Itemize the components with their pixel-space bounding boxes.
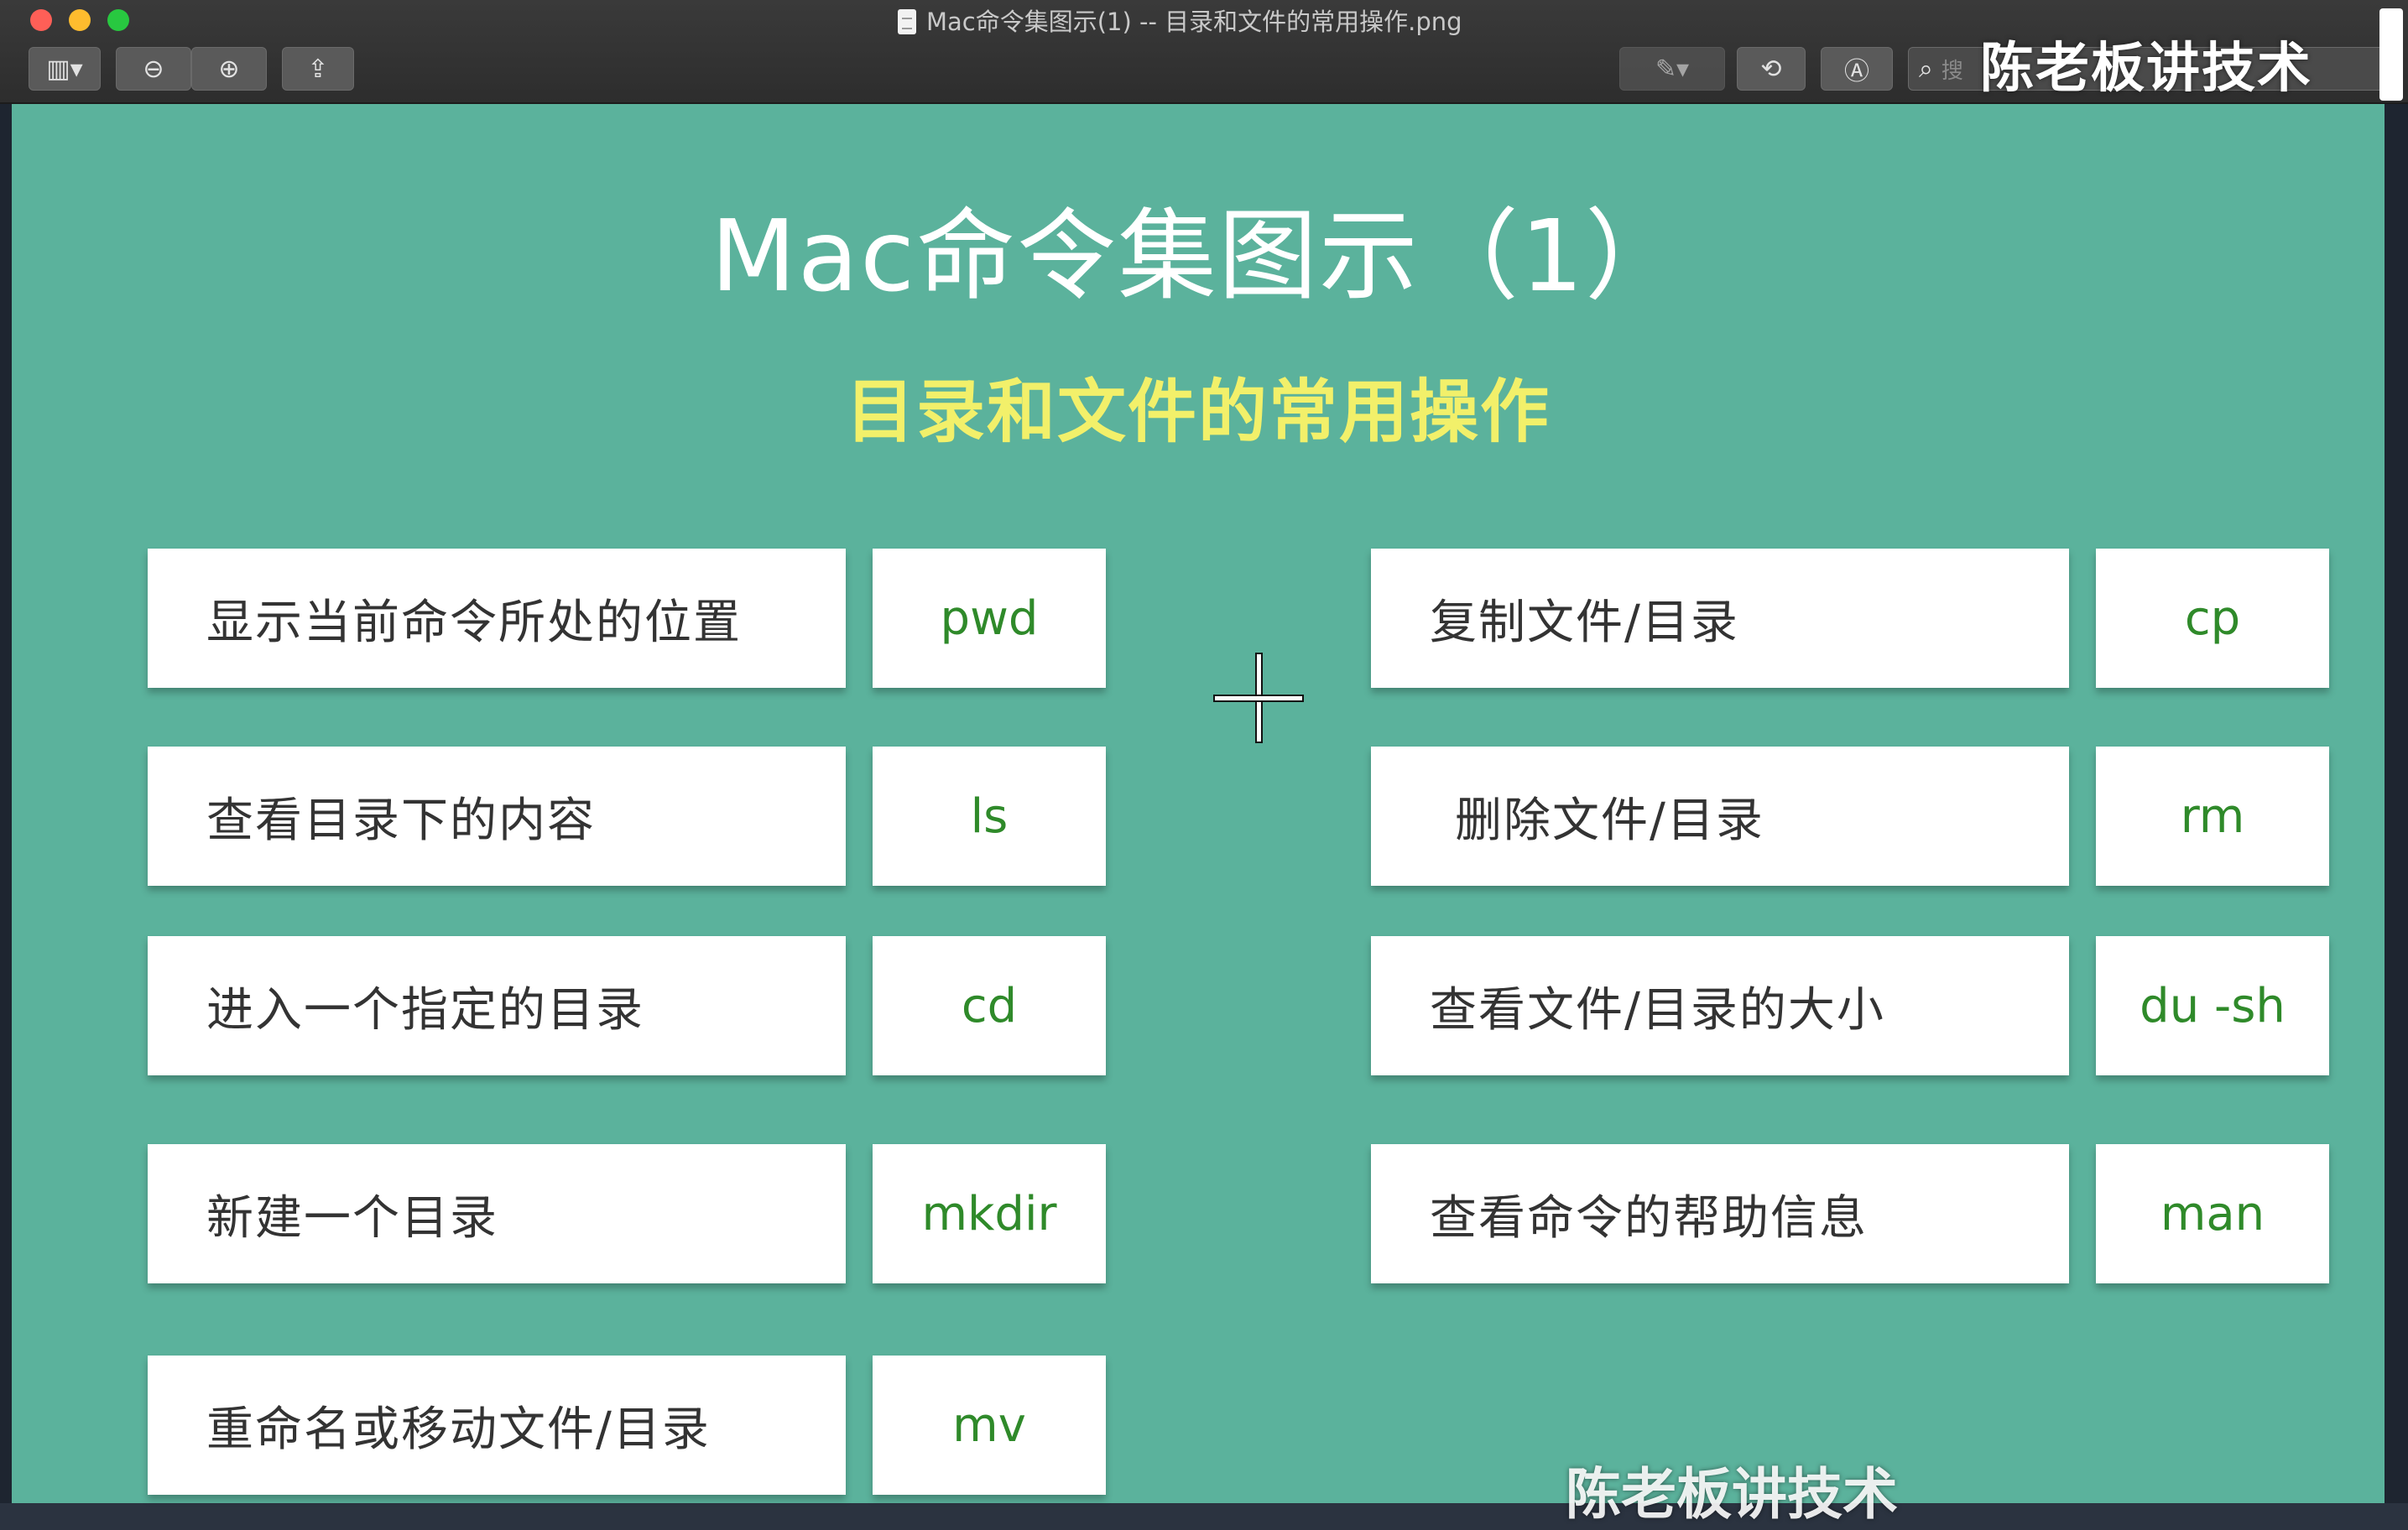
command-name: rm: [2180, 788, 2245, 844]
document-icon: [898, 9, 916, 34]
watermark-logo-mark: [2379, 8, 2403, 101]
left-cmd-card: cd: [873, 936, 1106, 1075]
pen-icon: ✎▾: [1655, 54, 1690, 84]
right-desc-card: 查看文件/目录的大小: [1371, 936, 2069, 1075]
preview-window: Mac命令集图示(1) -- 目录和文件的常用操作.png ▥▾ ⊖ ⊕ ⇪ ✎…: [0, 0, 2408, 1527]
command-name: mkdir: [921, 1186, 1057, 1241]
left-desc-card: 进入一个指定的目录: [148, 936, 846, 1075]
right-cmd-card: rm: [2096, 747, 2329, 886]
minimize-window-button[interactable]: [69, 9, 91, 31]
slide-title: Mac命令集图示（1）: [710, 198, 1686, 314]
search-placeholder: 搜: [1941, 58, 1963, 84]
left-desc-card: 查看目录下的内容: [148, 747, 846, 886]
watermark-top: 陈老板讲技术: [1980, 38, 2312, 100]
annotate-button[interactable]: Ⓐ: [1821, 47, 1893, 91]
command-description: 新建一个目录: [206, 1190, 498, 1246]
annotate-icon: Ⓐ: [1844, 57, 1869, 86]
window-title-text: Mac命令集图示(1) -- 目录和文件的常用操作.png: [926, 8, 1462, 36]
zoom-out-icon: ⊖: [143, 54, 164, 84]
search-icon: ⌕: [1919, 54, 1933, 84]
crosshair-cursor-icon: [1213, 653, 1304, 743]
share-button[interactable]: ⇪: [282, 47, 354, 91]
command-description: 显示当前命令所处的位置: [206, 595, 742, 650]
markup-button[interactable]: ✎▾: [1619, 47, 1725, 91]
left-cmd-card: ls: [873, 747, 1106, 886]
title-bar: Mac命令集图示(1) -- 目录和文件的常用操作.png ▥▾ ⊖ ⊕ ⇪ ✎…: [0, 0, 2408, 104]
command-name: cp: [2184, 591, 2241, 646]
right-desc-card: 复制文件/目录: [1371, 549, 2069, 688]
slide-image: Mac命令集图示（1） 目录和文件的常用操作 显示当前命令所处的位置 pwd 查…: [12, 104, 2385, 1503]
right-cmd-card: du -sh: [2096, 936, 2329, 1075]
command-description: 查看目录下的内容: [206, 793, 596, 848]
zoom-out-button[interactable]: ⊖: [116, 47, 191, 91]
rotate-icon: ⟲: [1760, 54, 1782, 84]
desktop-edge-right: [2385, 104, 2408, 1503]
fullscreen-window-button[interactable]: [107, 9, 129, 31]
left-desc-card: 新建一个目录: [148, 1144, 846, 1283]
left-cmd-card: mkdir: [873, 1144, 1106, 1283]
command-name: cd: [961, 978, 1018, 1033]
left-cmd-card: mv: [873, 1356, 1106, 1495]
sidebar-toggle-button[interactable]: ▥▾: [29, 47, 101, 91]
command-description: 查看文件/目录的大小: [1430, 982, 1885, 1038]
left-desc-card: 重命名或移动文件/目录: [148, 1356, 846, 1495]
desktop-edge-left: [0, 104, 12, 1503]
command-name: du -sh: [2140, 978, 2286, 1033]
command-name: man: [2160, 1186, 2265, 1241]
slide-subtitle: 目录和文件的常用操作: [845, 372, 1551, 452]
command-description: 复制文件/目录: [1430, 595, 1739, 650]
command-description: 查看命令的帮助信息: [1430, 1190, 1868, 1246]
zoom-in-icon: ⊕: [218, 54, 240, 84]
right-cmd-card: cp: [2096, 549, 2329, 688]
watermark-bottom: 陈老板讲技术: [1566, 1462, 1898, 1527]
left-cmd-card: pwd: [873, 549, 1106, 688]
right-desc-card: 查看命令的帮助信息: [1371, 1144, 2069, 1283]
close-window-button[interactable]: [30, 9, 52, 31]
command-name: pwd: [940, 591, 1039, 646]
left-desc-card: 显示当前命令所处的位置: [148, 549, 846, 688]
command-description: 删除文件/目录: [1455, 793, 1764, 848]
command-name: ls: [970, 788, 1009, 844]
right-desc-card: 删除文件/目录: [1371, 747, 2069, 886]
zoom-in-button[interactable]: ⊕: [191, 47, 267, 91]
sidebar-icon: ▥▾: [46, 54, 83, 84]
right-cmd-card: man: [2096, 1144, 2329, 1283]
command-name: mv: [952, 1397, 1026, 1453]
command-description: 进入一个指定的目录: [206, 982, 644, 1038]
share-icon: ⇪: [307, 54, 329, 84]
rotate-button[interactable]: ⟲: [1737, 47, 1806, 91]
window-title: Mac命令集图示(1) -- 目录和文件的常用操作.png: [898, 5, 1462, 39]
command-description: 重命名或移动文件/目录: [206, 1402, 711, 1457]
